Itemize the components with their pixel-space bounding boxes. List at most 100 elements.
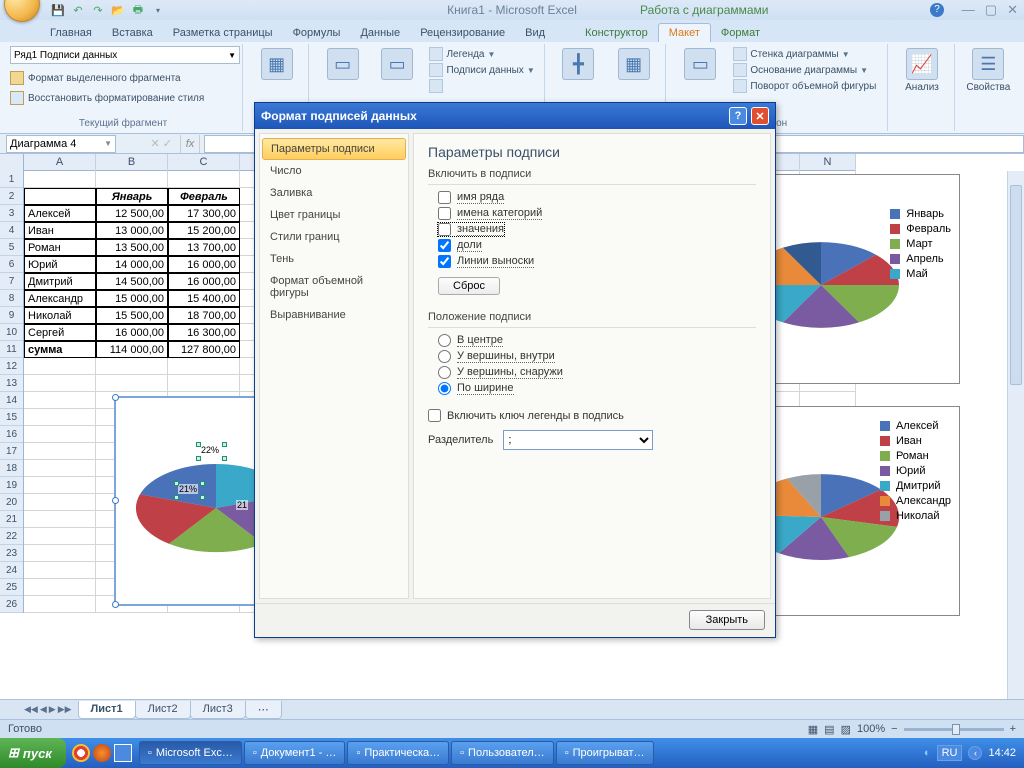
cell[interactable] [24,511,96,528]
separator-select[interactable]: ; [503,430,653,450]
cell[interactable]: 127 800,00 [168,341,240,358]
cell[interactable]: 14 000,00 [96,256,168,273]
undo-icon[interactable]: ↶ [70,2,86,18]
col-header[interactable]: N [800,154,856,171]
cell[interactable]: 16 000,00 [96,324,168,341]
cell[interactable]: сумма [24,341,96,358]
cell[interactable]: 15 200,00 [168,222,240,239]
cell[interactable]: 12 500,00 [96,205,168,222]
tab-Конструктор[interactable]: Конструктор [575,24,658,42]
cell[interactable] [96,375,168,392]
quickprint-icon[interactable]: 🖶 [130,2,146,18]
properties-button[interactable]: ☰Свойства [963,46,1014,95]
taskbar-item[interactable]: ▫Пользовател… [451,741,554,765]
dialog-nav-item[interactable]: Формат объемной фигуры [260,270,408,304]
qat-more-icon[interactable]: ▾ [150,2,166,18]
row-header[interactable]: 16 [0,426,23,443]
row-header[interactable]: 17 [0,443,23,460]
row-header[interactable]: 25 [0,579,23,596]
row-header[interactable]: 6 [0,256,23,273]
radio-best-fit[interactable]: По ширине [438,382,756,395]
legend-item[interactable]: Роман [880,450,951,462]
data-label[interactable]: 22% [200,445,220,455]
firefox-icon[interactable] [93,744,111,762]
chart-legend[interactable]: ЯнварьФевральМартАпрельМай [890,205,951,283]
radio-input[interactable] [438,350,451,363]
cell[interactable] [24,460,96,477]
cell[interactable]: Февраль [168,188,240,205]
gridlines-button[interactable]: ▦ [608,46,659,82]
cell[interactable] [24,596,96,613]
legend-item[interactable]: Дмитрий [880,480,951,492]
axes-button[interactable]: ╋ [553,46,604,82]
legend-item[interactable]: Февраль [890,223,951,235]
legend-item[interactable]: Александр [880,495,951,507]
tab-Рецензирование[interactable]: Рецензирование [410,24,515,42]
zoom-slider[interactable] [904,728,1004,731]
cell[interactable]: 18 700,00 [168,307,240,324]
cell[interactable] [24,562,96,579]
checkbox-value[interactable]: значения [438,223,504,236]
row-header[interactable]: 8 [0,290,23,307]
taskbar-item[interactable]: ▫Проигрыват… [556,741,654,765]
insert-button[interactable]: ▦ [251,46,302,95]
cell[interactable] [24,188,96,205]
dialog-close-button[interactable]: ✕ [751,107,769,125]
plot-area-button[interactable]: ▭ [674,46,726,82]
view-layout-icon[interactable]: ▤ [824,723,834,736]
row-header[interactable]: 20 [0,494,23,511]
row-header[interactable]: 11 [0,341,23,358]
cell[interactable]: 13 700,00 [168,239,240,256]
tray-player-icon[interactable]: ◐ [924,747,931,759]
cell[interactable]: 15 400,00 [168,290,240,307]
legend-item[interactable]: Алексей [880,420,951,432]
cell[interactable] [24,426,96,443]
select-all-corner[interactable] [0,154,24,171]
checkbox-input[interactable] [438,207,451,220]
cell[interactable] [96,171,168,188]
dialog-help-button[interactable]: ? [729,107,747,125]
cell[interactable]: Сергей [24,324,96,341]
cell[interactable]: 16 000,00 [168,256,240,273]
cell[interactable] [24,579,96,596]
cell[interactable]: Юрий [24,256,96,273]
tab-Разметка страницы[interactable]: Разметка страницы [163,24,283,42]
tab-Макет[interactable]: Макет [658,23,711,42]
data-label[interactable]: 21 [236,500,248,510]
dialog-nav-item[interactable]: Заливка [260,182,408,204]
cell[interactable]: Дмитрий [24,273,96,290]
sheet-nav-arrows[interactable]: ◀◀◀▶▶▶ [24,704,72,715]
cell[interactable] [168,171,240,188]
axis-titles-button[interactable]: ▭ [372,46,423,95]
legend-item[interactable]: Январь [890,208,951,220]
cell[interactable] [24,358,96,375]
chart-element-selector[interactable]: Ряд1 Подписи данных ▼ [10,46,240,64]
cell[interactable]: Александр [24,290,96,307]
radio-input[interactable] [438,382,451,395]
cell[interactable]: Роман [24,239,96,256]
legend-item[interactable]: Март [890,238,951,250]
dialog-nav-item[interactable]: Выравнивание [260,304,408,326]
cell[interactable]: 114 000,00 [96,341,168,358]
row-header[interactable]: 26 [0,596,23,613]
cell[interactable]: 14 500,00 [96,273,168,290]
cell[interactable] [24,494,96,511]
cell[interactable] [24,375,96,392]
row-header[interactable]: 19 [0,477,23,494]
chart-floor-dropdown[interactable]: Основание диаграммы▼ [730,62,879,78]
cell[interactable]: 15 500,00 [96,307,168,324]
language-indicator[interactable]: RU [937,745,963,761]
cell[interactable]: 13 000,00 [96,222,168,239]
tab-Вид[interactable]: Вид [515,24,555,42]
3d-rotation-button[interactable]: Поворот объемной фигуры [730,78,879,94]
checkbox-input[interactable] [438,191,451,204]
data-label[interactable]: 21% [178,484,198,494]
cell[interactable]: Январь [96,188,168,205]
zoom-control[interactable]: ▦ ▤ ▨ 100% − + [808,723,1016,736]
row-header[interactable]: 23 [0,545,23,562]
tab-Вставка[interactable]: Вставка [102,24,163,42]
legend-item[interactable]: Май [890,268,951,280]
legend-dropdown[interactable]: Легенда▼ [426,46,537,62]
view-pagebreak-icon[interactable]: ▨ [841,723,851,736]
cell[interactable]: 15 000,00 [96,290,168,307]
